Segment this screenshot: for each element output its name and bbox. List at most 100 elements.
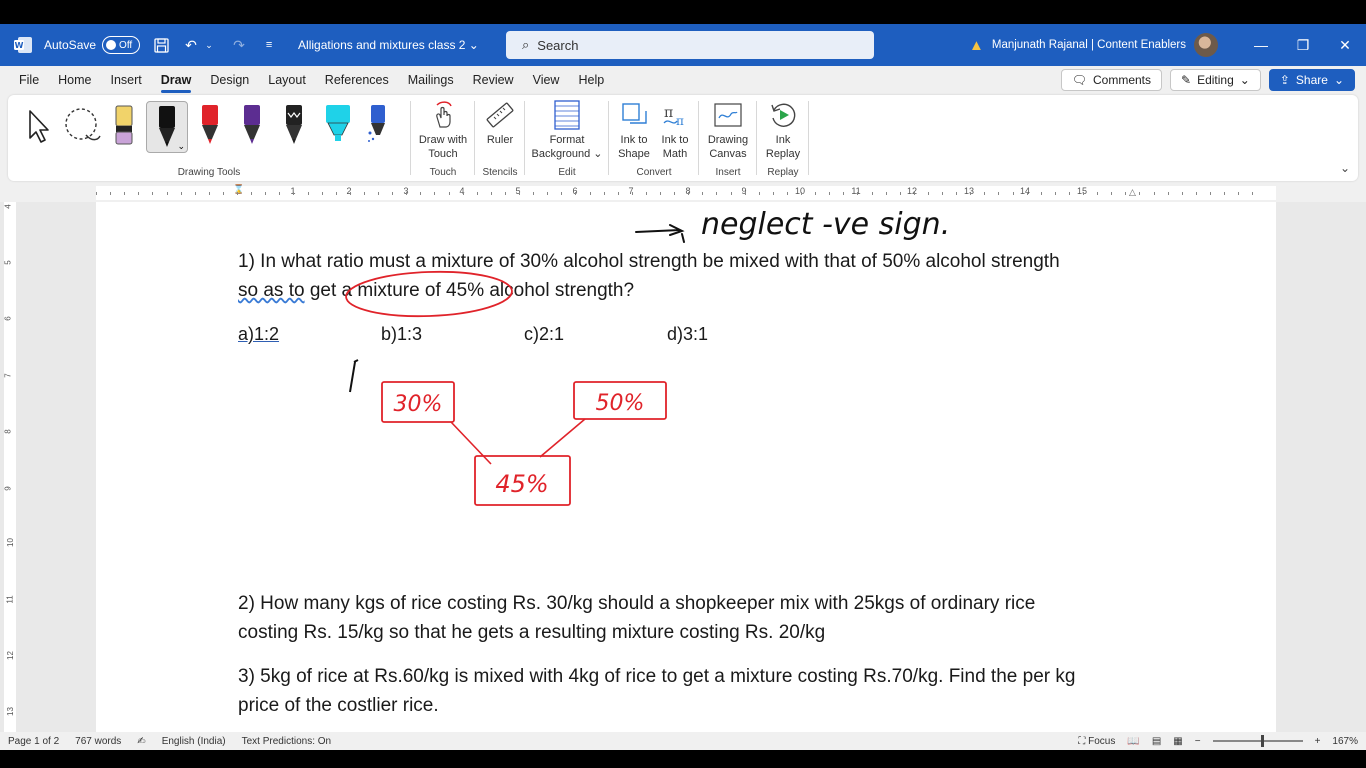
save-icon[interactable] — [152, 36, 170, 54]
tab-draw[interactable]: Draw — [160, 69, 191, 93]
zoom-level[interactable]: 167% — [1332, 736, 1358, 747]
zoom-in-icon[interactable]: + — [1315, 736, 1321, 747]
minimize-icon[interactable]: — — [1240, 37, 1282, 53]
tab-layout[interactable]: Layout — [268, 69, 306, 91]
customize-toolbar-icon[interactable]: ≡ — [260, 36, 278, 54]
tab-view[interactable]: View — [533, 69, 560, 91]
document-title[interactable]: Alligations and mixtures class 2 ⌄ — [298, 38, 479, 52]
undo-dropdown-icon[interactable]: ⌄ — [200, 36, 218, 54]
handwritten-note: neglect -ve sign. — [635, 207, 950, 243]
question-3-line-1[interactable]: 3) 5kg of rice at Rs.60/kg is mixed with… — [238, 662, 1075, 691]
left-indent-marker[interactable]: ⌛ — [233, 184, 244, 195]
svg-text:30%: 30% — [394, 392, 443, 417]
ruler-tick — [927, 192, 929, 195]
tab-review[interactable]: Review — [473, 69, 514, 91]
pen-red-icon[interactable] — [190, 101, 230, 151]
comments-button[interactable]: 🗨 Comments — [1060, 69, 1163, 91]
group-label-stencils: Stencils — [482, 167, 518, 178]
group-replay: Ink Replay Replay — [758, 95, 808, 181]
pen-black-pattern-icon[interactable] — [274, 101, 314, 151]
ruler-tick — [829, 192, 831, 195]
ruler-tick — [1054, 192, 1056, 195]
option-c[interactable]: c)2:1 — [524, 324, 564, 345]
lasso-select-icon[interactable] — [62, 101, 102, 151]
svg-text:π: π — [664, 105, 673, 121]
ruler-tick — [194, 192, 196, 195]
question-2-line-2[interactable]: costing Rs. 15/kg so that he gets a resu… — [238, 618, 825, 647]
format-background-button[interactable]: Format Background ⌄ — [526, 99, 608, 161]
pen-dropdown-icon[interactable]: ⌄ — [177, 141, 185, 152]
group-label-replay: Replay — [767, 167, 799, 178]
select-cursor-icon[interactable] — [18, 101, 58, 151]
tab-insert[interactable]: Insert — [111, 69, 142, 91]
ruler-tick — [631, 192, 633, 195]
warning-icon[interactable]: ▲ — [969, 37, 984, 54]
print-layout-icon[interactable]: ▤ — [1152, 736, 1161, 747]
ruler-tick — [885, 192, 887, 195]
language-status[interactable]: English (India) — [162, 736, 226, 747]
status-bar: Page 1 of 2 767 words ✍ English (India) … — [0, 732, 1366, 750]
ruler-tick — [1125, 192, 1127, 195]
draw-with-touch-button[interactable]: Draw with Touch — [412, 99, 474, 161]
ink-to-math-button[interactable]: ππ Ink to Math — [654, 99, 696, 161]
zoom-slider[interactable] — [1212, 735, 1303, 747]
ruler-tick — [448, 192, 450, 195]
page-count[interactable]: Page 1 of 2 — [8, 736, 59, 747]
web-layout-icon[interactable]: ▦ — [1173, 736, 1182, 747]
pen-purple-icon[interactable] — [232, 101, 272, 151]
collapse-ribbon-icon[interactable]: ⌄ — [1340, 161, 1350, 175]
avatar[interactable] — [1194, 33, 1218, 57]
eraser-icon[interactable] — [104, 101, 144, 151]
ruler-tick — [208, 192, 210, 195]
tab-references[interactable]: References — [325, 69, 389, 91]
document-page[interactable]: 1) In what ratio must a mixture of 30% a… — [96, 202, 1276, 732]
ruler-tick — [1040, 192, 1042, 195]
ruler-button[interactable]: Ruler — [476, 99, 524, 147]
tab-mailings[interactable]: Mailings — [408, 69, 454, 91]
highlighter-cyan-icon[interactable] — [318, 101, 358, 151]
option-b[interactable]: b)1:3 — [381, 324, 422, 345]
text-predictions-status[interactable]: Text Predictions: On — [242, 736, 331, 747]
undo-icon[interactable]: ↶ — [182, 36, 200, 54]
tab-file[interactable]: File — [19, 69, 39, 91]
group-label-drawing-tools: Drawing Tools — [177, 167, 241, 178]
read-mode-icon[interactable]: 📖 — [1127, 736, 1139, 747]
chevron-down-icon: ⌄ — [1333, 73, 1344, 87]
drawing-canvas-button[interactable]: Drawing Canvas — [700, 99, 756, 161]
horizontal-ruler[interactable]: 1 2 3 4 5 6 7 8 9 10 11 12 13 14 15 ⌛ △ — [96, 184, 1276, 200]
ink-replay-button[interactable]: Ink Replay — [758, 99, 808, 161]
vertical-ruler[interactable]: 4 5 6 7 8 9 10 11 12 13 — [4, 202, 16, 732]
word-count[interactable]: 767 words — [75, 736, 121, 747]
zoom-out-icon[interactable]: − — [1195, 736, 1201, 747]
question-3-line-2[interactable]: price of the costlier rice. — [238, 691, 439, 720]
proofing-icon[interactable]: ✍ — [137, 736, 145, 747]
tab-help[interactable]: Help — [578, 69, 604, 91]
user-name[interactable]: Manjunath Rajanal | Content Enablers — [992, 39, 1186, 51]
pen-galaxy-icon[interactable] — [358, 101, 398, 151]
question-2-line-1[interactable]: 2) How many kgs of rice costing Rs. 30/k… — [238, 589, 1035, 618]
ruler-tick — [899, 192, 901, 195]
grammar-flag[interactable]: so as to — [238, 280, 305, 301]
focus-button[interactable]: ⛶ Focus — [1078, 736, 1115, 747]
svg-text:W: W — [15, 41, 24, 50]
autosave-toggle[interactable]: Off — [102, 36, 141, 54]
editing-mode-button[interactable]: ✎ Editing ⌄ — [1170, 69, 1261, 91]
ruler-tick — [378, 192, 379, 195]
restore-icon[interactable]: ❐ — [1282, 37, 1324, 54]
search-box[interactable]: ⌕ Search — [506, 31, 874, 59]
share-button[interactable]: ⇪ Share ⌄ — [1268, 69, 1355, 91]
redo-icon[interactable]: ↷ — [230, 36, 248, 54]
option-d[interactable]: d)3:1 — [667, 324, 708, 345]
group-label-convert: Convert — [636, 167, 672, 178]
ruler-tick — [293, 192, 295, 195]
pen-black-selected[interactable]: ⌄ — [146, 101, 188, 153]
option-a[interactable]: a)1:2 — [238, 324, 279, 345]
right-indent-marker[interactable]: △ — [1129, 187, 1136, 198]
ruler-tick — [1224, 192, 1225, 195]
close-icon[interactable]: ✕ — [1324, 37, 1366, 54]
question-1-line-1[interactable]: 1) In what ratio must a mixture of 30% a… — [238, 247, 1060, 276]
ink-to-shape-button[interactable]: Ink to Shape — [612, 99, 656, 161]
tab-home[interactable]: Home — [58, 69, 91, 91]
tab-design[interactable]: Design — [210, 69, 249, 91]
question-1-line-2[interactable]: so as to get a mixture of 45% alcohol st… — [238, 276, 634, 305]
